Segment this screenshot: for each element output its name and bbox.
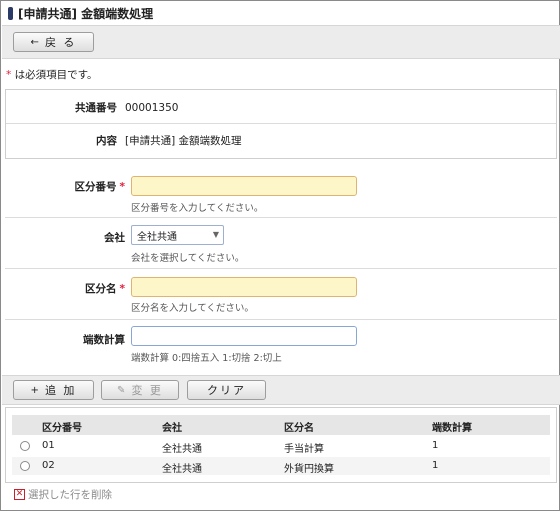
content-label: 内容 xyxy=(96,134,117,147)
header-company: 会社 xyxy=(162,423,182,434)
delete-selected-button[interactable]: ✕ 選択した行を削除 xyxy=(14,487,112,502)
cell-company: 全社共通 xyxy=(162,444,202,455)
table-header: 区分番号 会社 区分名 端数計算 xyxy=(12,415,550,435)
required-star: * xyxy=(6,69,12,81)
header-rounding: 端数計算 xyxy=(432,423,472,434)
arrow-left-icon: ← xyxy=(30,36,39,48)
cell-rounding: 1 xyxy=(432,460,439,471)
rounding-label: 端数計算 xyxy=(83,334,125,346)
delete-icon: ✕ xyxy=(14,489,25,500)
kubun-no-label: 区分番号 * xyxy=(75,179,126,194)
header-kubun-name: 区分名 xyxy=(284,423,314,434)
clear-button-label: クリア xyxy=(207,384,246,397)
required-note-text: は必須項目です。 xyxy=(14,69,98,81)
company-select-value: 全社共通 xyxy=(137,231,177,243)
kubun-no-label-text: 区分番号 xyxy=(74,181,117,193)
rounding-input[interactable] xyxy=(131,326,357,346)
kubun-name-label: 区分名 * xyxy=(85,281,125,296)
list-panel: 区分番号 会社 区分名 端数計算 01 全社共通 手当計算 1 02 全社共通 … xyxy=(5,407,557,483)
kubun-no-input[interactable] xyxy=(131,176,357,196)
update-button[interactable]: ✎ 変 更 xyxy=(101,380,179,400)
kubun-no-required-star: * xyxy=(119,181,126,193)
cell-kubun-name: 手当計算 xyxy=(284,444,324,455)
add-button-label: 追 加 xyxy=(44,384,77,397)
rounding-hint: 端数計算 0:四捨五入 1:切捨 2:切上 xyxy=(131,353,282,364)
form-row-kubun-no: 区分番号 * 区分番号を入力してください。 xyxy=(5,167,557,218)
pencil-icon: ✎ xyxy=(117,384,126,396)
clear-button[interactable]: クリア xyxy=(187,380,266,400)
company-hint: 会社を選択してください。 xyxy=(131,253,245,264)
kubun-no-hint: 区分番号を入力してください。 xyxy=(131,203,264,214)
cell-rounding: 1 xyxy=(432,440,439,451)
required-note: * は必須項目です。 xyxy=(6,67,98,82)
row-select-radio[interactable] xyxy=(20,461,30,471)
form-row-kubun-name: 区分名 * 区分名を入力してください。 xyxy=(5,269,557,320)
table-row[interactable]: 01 全社共通 手当計算 1 xyxy=(12,437,550,455)
table-row[interactable]: 02 全社共通 外貨円換算 1 xyxy=(12,457,550,475)
kubun-name-required-star: * xyxy=(119,283,126,295)
action-toolbar: + 追 加 ✎ 変 更 クリア xyxy=(2,375,560,405)
kubun-name-label-text: 区分名 xyxy=(85,283,117,295)
top-toolbar: ← 戻 る xyxy=(2,25,560,59)
common-no-value: 00001350 xyxy=(125,101,179,114)
cell-kubun-no: 01 xyxy=(42,440,55,451)
company-label: 会社 xyxy=(104,232,125,244)
info-row-content: 内容 [申請共通] 金額端数処理 xyxy=(6,124,556,156)
cell-kubun-no: 02 xyxy=(42,460,55,471)
company-select[interactable]: 全社共通 ▼ xyxy=(131,225,224,245)
chevron-down-icon: ▼ xyxy=(212,230,219,239)
title-marker-icon xyxy=(8,6,13,20)
cell-company: 全社共通 xyxy=(162,464,202,475)
content-value: [申請共通] 金額端数処理 xyxy=(125,134,242,147)
add-button[interactable]: + 追 加 xyxy=(13,380,94,400)
form-row-rounding: 端数計算 端数計算 0:四捨五入 1:切捨 2:切上 xyxy=(5,320,557,375)
cell-kubun-name: 外貨円換算 xyxy=(284,464,334,475)
delete-selected-label: 選択した行を削除 xyxy=(28,489,112,501)
header-kubun-no: 区分番号 xyxy=(42,423,82,434)
row-select-radio[interactable] xyxy=(20,441,30,451)
form-panel: 区分番号 * 区分番号を入力してください。 会社 全社共通 ▼ 会社を選択してくだ… xyxy=(5,167,557,375)
info-panel: 共通番号 00001350 内容 [申請共通] 金額端数処理 xyxy=(5,89,557,159)
back-button[interactable]: ← 戻 る xyxy=(13,32,94,52)
app-window: [申請共通] 金額端数処理 ← 戻 る * は必須項目です。 共通番号 0000… xyxy=(0,0,560,511)
form-row-company: 会社 全社共通 ▼ 会社を選択してください。 xyxy=(5,218,557,269)
update-button-label: 変 更 xyxy=(131,384,163,397)
info-row-common-no: 共通番号 00001350 xyxy=(6,92,556,124)
plus-icon: + xyxy=(30,384,39,396)
title-bar: [申請共通] 金額端数処理 xyxy=(2,2,560,24)
back-button-label: 戻 る xyxy=(44,36,77,49)
kubun-name-input[interactable] xyxy=(131,277,357,297)
page-title: [申請共通] 金額端数処理 xyxy=(18,6,154,21)
kubun-name-hint: 区分名を入力してください。 xyxy=(131,303,254,314)
common-no-label: 共通番号 xyxy=(75,102,117,114)
